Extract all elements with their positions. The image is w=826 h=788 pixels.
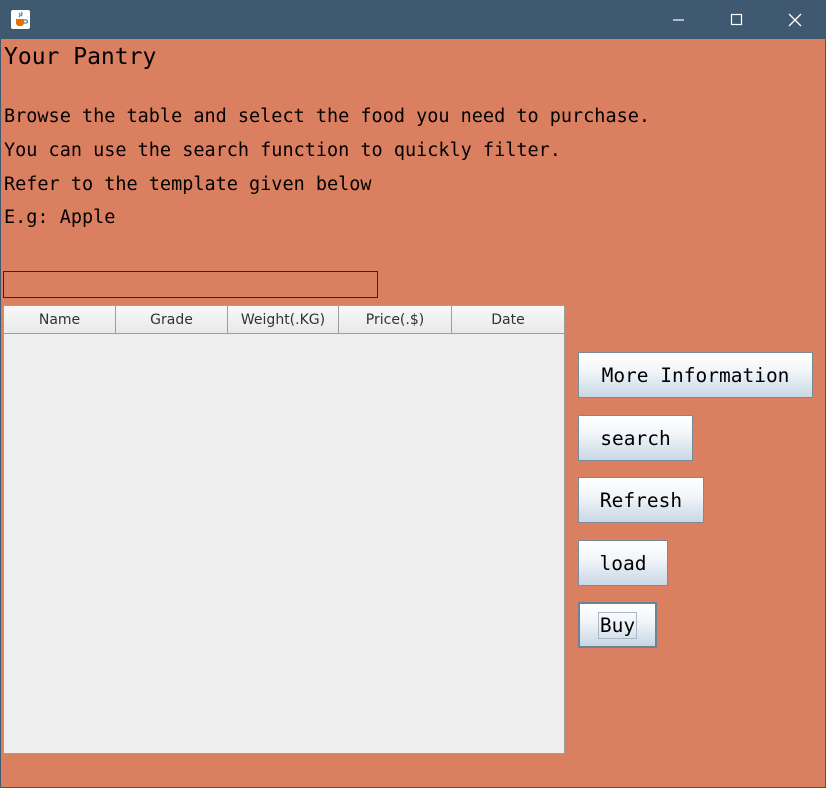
title-bar[interactable] xyxy=(1,1,825,39)
minimize-button[interactable] xyxy=(656,1,702,39)
buy-button[interactable]: Buy xyxy=(578,602,657,648)
close-button[interactable] xyxy=(772,1,818,39)
maximize-icon xyxy=(730,13,743,26)
buy-button-label: Buy xyxy=(597,611,638,639)
instruction-line-2: You can use the search function to quick… xyxy=(4,140,561,161)
java-cup-icon xyxy=(11,10,30,29)
table-body[interactable] xyxy=(4,334,564,753)
search-button[interactable]: search xyxy=(578,415,693,461)
instruction-example: E.g: Apple xyxy=(4,207,116,228)
search-input[interactable] xyxy=(3,271,378,298)
column-header-name[interactable]: Name xyxy=(4,306,116,334)
app-window: Your Pantry Browse the table and select … xyxy=(0,0,826,788)
page-title: Your Pantry xyxy=(4,44,157,70)
refresh-button[interactable]: Refresh xyxy=(578,477,704,523)
load-button[interactable]: load xyxy=(578,540,668,586)
column-header-grade[interactable]: Grade xyxy=(116,306,228,334)
column-header-date[interactable]: Date xyxy=(452,306,564,334)
table-header: Name Grade Weight(.KG) Price(.$) Date xyxy=(4,306,564,334)
close-icon xyxy=(788,13,802,27)
maximize-button[interactable] xyxy=(714,1,760,39)
food-table[interactable]: Name Grade Weight(.KG) Price(.$) Date xyxy=(3,305,565,754)
column-header-price[interactable]: Price(.$) xyxy=(339,306,452,334)
instruction-line-3: Refer to the template given below xyxy=(4,174,372,195)
more-information-button[interactable]: More Information xyxy=(578,352,813,398)
minimize-icon xyxy=(673,19,684,21)
instruction-line-1: Browse the table and select the food you… xyxy=(4,106,651,127)
column-header-weight[interactable]: Weight(.KG) xyxy=(228,306,339,334)
